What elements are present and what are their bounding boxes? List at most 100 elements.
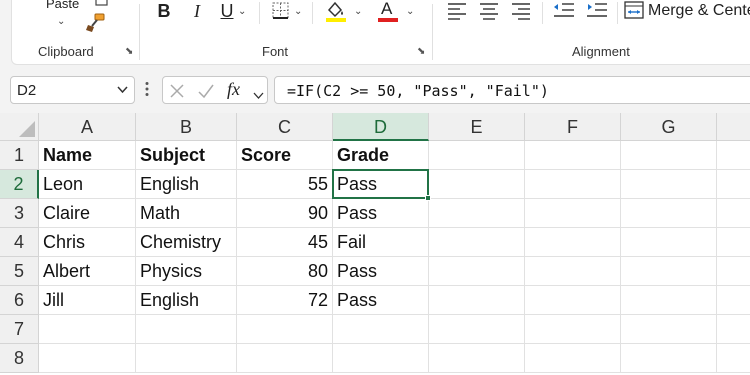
cell-d2[interactable]: Pass: [333, 170, 429, 199]
decrease-indent-icon[interactable]: [552, 0, 576, 22]
align-center-icon[interactable]: [478, 0, 500, 22]
cell-g8[interactable]: [621, 344, 717, 373]
cell-c6[interactable]: 72: [237, 286, 333, 315]
cell-d6[interactable]: Pass: [333, 286, 429, 315]
column-header-overflow[interactable]: [717, 113, 750, 141]
fill-handle[interactable]: [425, 195, 431, 201]
row-header-1[interactable]: 1: [0, 141, 39, 170]
cell-c7[interactable]: [237, 315, 333, 344]
formula-input[interactable]: =IF(C2 >= 50, "Pass", "Fail"): [274, 76, 750, 104]
cell-d3[interactable]: Pass: [333, 199, 429, 228]
select-all-button[interactable]: [0, 113, 39, 141]
cell-h2[interactable]: [717, 170, 750, 199]
underline-button[interactable]: U: [219, 1, 235, 21]
increase-indent-icon[interactable]: [585, 0, 609, 22]
row-header-7[interactable]: 7: [0, 315, 39, 344]
cell-b8[interactable]: [136, 344, 237, 373]
column-header-a[interactable]: A: [39, 113, 136, 141]
cell-c3[interactable]: 90: [237, 199, 333, 228]
cell-f1[interactable]: [525, 141, 621, 170]
cell-c2[interactable]: 55: [237, 170, 333, 199]
cell-f4[interactable]: [525, 228, 621, 257]
cell-a4[interactable]: Chris: [39, 228, 136, 257]
merge-center-icon[interactable]: [623, 0, 645, 21]
cell-g1[interactable]: [621, 141, 717, 170]
cell-c1[interactable]: Score: [237, 141, 333, 170]
cell-f6[interactable]: [525, 286, 621, 315]
cell-a5[interactable]: Albert: [39, 257, 136, 286]
cell-e7[interactable]: [429, 315, 525, 344]
paste-button[interactable]: Paste: [46, 0, 79, 11]
more-options-icon[interactable]: [144, 81, 150, 102]
row-header-6[interactable]: 6: [0, 286, 39, 315]
chevron-down-icon[interactable]: [253, 87, 264, 105]
cell-d1[interactable]: Grade: [333, 141, 429, 170]
cell-c5[interactable]: 80: [237, 257, 333, 286]
cell-h8[interactable]: [717, 344, 750, 373]
italic-button[interactable]: I: [189, 1, 205, 21]
cell-b7[interactable]: [136, 315, 237, 344]
cell-g5[interactable]: [621, 257, 717, 286]
column-header-f[interactable]: F: [525, 113, 621, 141]
cell-c4[interactable]: 45: [237, 228, 333, 257]
bold-button[interactable]: B: [156, 1, 172, 21]
cell-e4[interactable]: [429, 228, 525, 257]
borders-icon[interactable]: [270, 0, 292, 22]
cell-f8[interactable]: [525, 344, 621, 373]
fill-color-dropdown-icon[interactable]: ⌄: [354, 7, 362, 17]
cell-a6[interactable]: Jill: [39, 286, 136, 315]
cell-b2[interactable]: English: [136, 170, 237, 199]
column-header-g[interactable]: G: [621, 113, 717, 141]
row-header-3[interactable]: 3: [0, 199, 39, 228]
cell-a3[interactable]: Claire: [39, 199, 136, 228]
cell-h7[interactable]: [717, 315, 750, 344]
cancel-icon[interactable]: [169, 83, 185, 104]
column-header-c[interactable]: C: [237, 113, 333, 141]
cell-c8[interactable]: [237, 344, 333, 373]
cell-f7[interactable]: [525, 315, 621, 344]
cell-d8[interactable]: [333, 344, 429, 373]
cell-b6[interactable]: English: [136, 286, 237, 315]
cell-e2[interactable]: [429, 170, 525, 199]
fill-color-icon[interactable]: [324, 0, 348, 23]
cell-b3[interactable]: Math: [136, 199, 237, 228]
paste-dropdown-icon[interactable]: ⌄: [57, 17, 65, 27]
cell-a8[interactable]: [39, 344, 136, 373]
cell-e6[interactable]: [429, 286, 525, 315]
font-color-icon[interactable]: A: [376, 0, 400, 23]
align-right-icon[interactable]: [510, 0, 532, 22]
row-header-2[interactable]: 2: [0, 170, 39, 199]
cell-g6[interactable]: [621, 286, 717, 315]
enter-icon[interactable]: [197, 83, 215, 104]
name-box[interactable]: D2: [10, 76, 135, 104]
cell-f5[interactable]: [525, 257, 621, 286]
underline-dropdown-icon[interactable]: ⌄: [238, 7, 246, 17]
cell-d7[interactable]: [333, 315, 429, 344]
font-launcher-icon[interactable]: ⬊: [417, 47, 427, 57]
cell-f3[interactable]: [525, 199, 621, 228]
cell-a7[interactable]: [39, 315, 136, 344]
row-header-4[interactable]: 4: [0, 228, 39, 257]
row-header-8[interactable]: 8: [0, 344, 39, 373]
cell-e3[interactable]: [429, 199, 525, 228]
borders-dropdown-icon[interactable]: ⌄: [294, 7, 302, 17]
cell-e1[interactable]: [429, 141, 525, 170]
column-header-e[interactable]: E: [429, 113, 525, 141]
cut-icon[interactable]: [95, 0, 109, 6]
format-painter-icon[interactable]: [84, 12, 108, 34]
font-color-dropdown-icon[interactable]: ⌄: [406, 7, 414, 17]
cell-e8[interactable]: [429, 344, 525, 373]
cell-b5[interactable]: Physics: [136, 257, 237, 286]
column-header-d[interactable]: D: [333, 113, 429, 141]
chevron-down-icon[interactable]: [117, 85, 128, 97]
cell-b1[interactable]: Subject: [136, 141, 237, 170]
cell-g2[interactable]: [621, 170, 717, 199]
cell-g7[interactable]: [621, 315, 717, 344]
cell-e5[interactable]: [429, 257, 525, 286]
column-header-b[interactable]: B: [136, 113, 237, 141]
cell-g3[interactable]: [621, 199, 717, 228]
cell-d5[interactable]: Pass: [333, 257, 429, 286]
insert-function-button[interactable]: fx: [227, 79, 240, 100]
cell-d4[interactable]: Fail: [333, 228, 429, 257]
merge-center-button[interactable]: Merge & Center: [648, 2, 750, 20]
